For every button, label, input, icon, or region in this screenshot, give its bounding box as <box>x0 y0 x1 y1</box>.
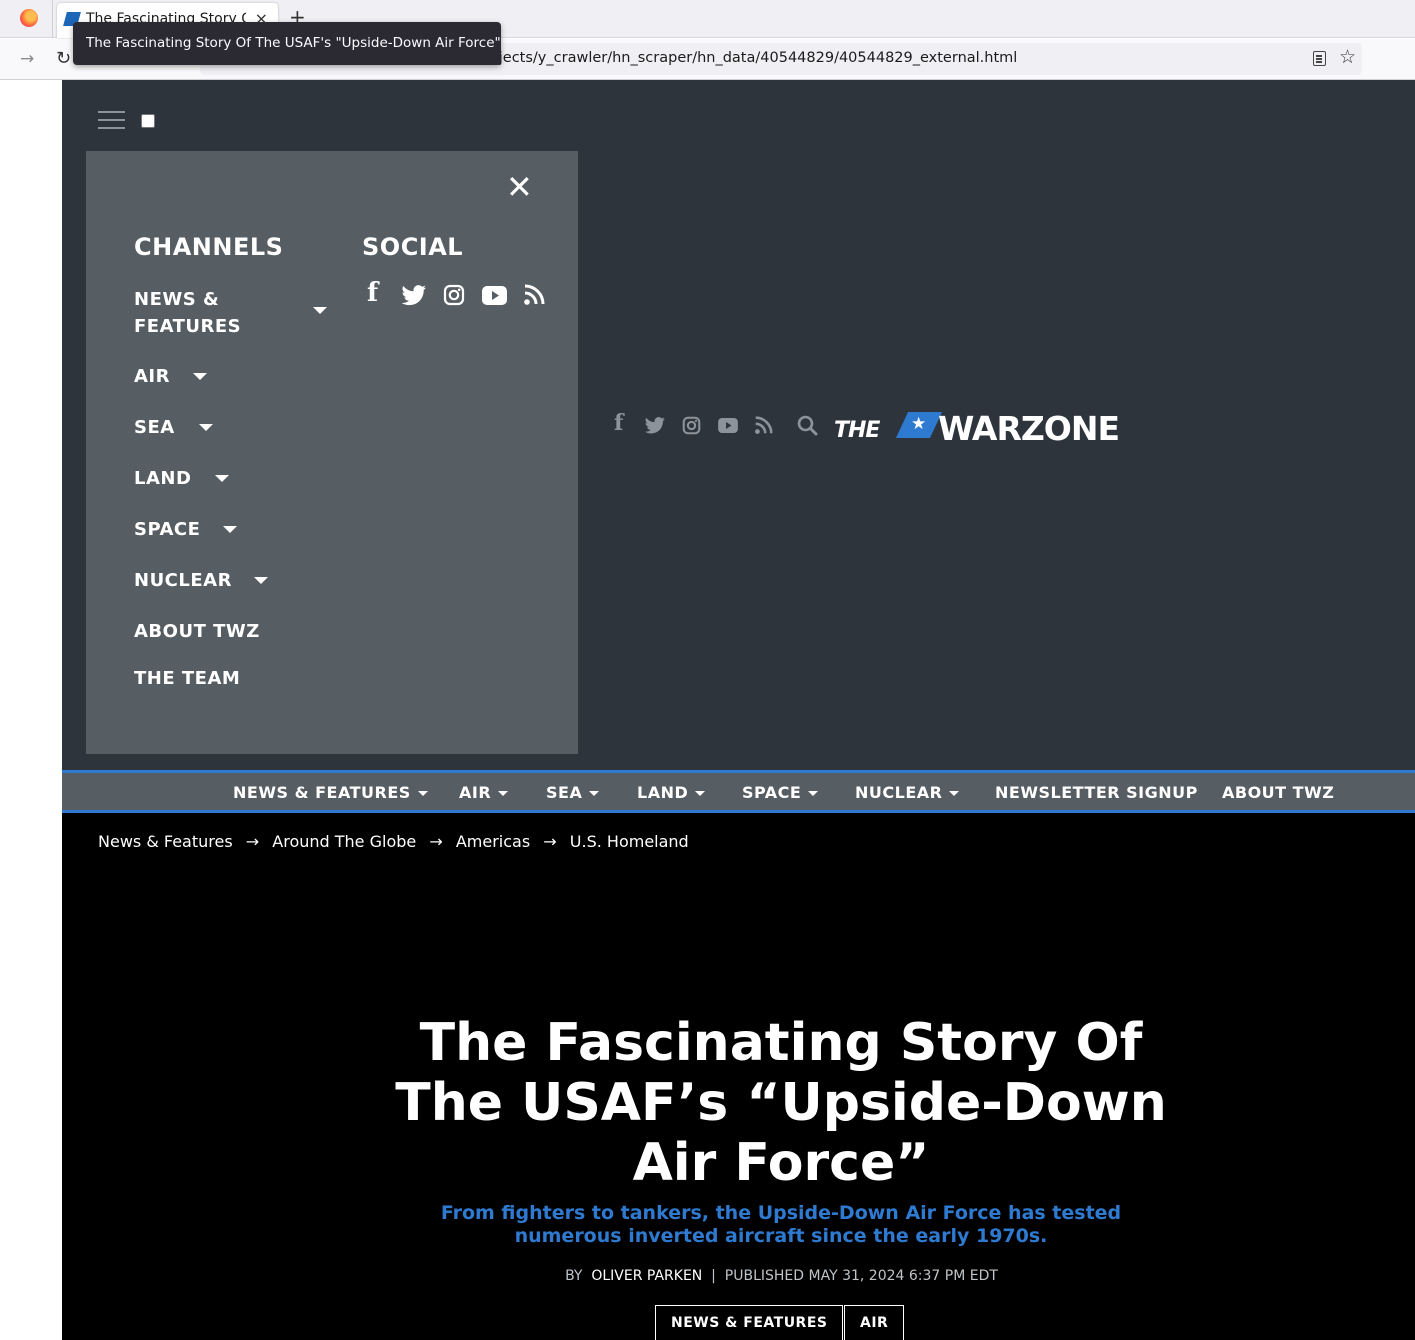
breadcrumb: News & Features → Around The Globe → Ame… <box>98 832 697 851</box>
website: ✕ CHANNELS SOCIAL NEWS & FEATURES AIR SE… <box>62 80 1415 1340</box>
menu-item-nuclear[interactable]: NUCLEAR <box>134 567 232 594</box>
breadcrumb-separator: → <box>245 832 260 851</box>
search-icon[interactable] <box>797 415 818 436</box>
menu-item-space[interactable]: SPACE <box>134 516 200 543</box>
close-icon[interactable]: ✕ <box>506 171 533 203</box>
nav-sea[interactable]: SEA <box>546 783 600 802</box>
menu-item-sea[interactable]: SEA <box>134 414 175 441</box>
nav-label: LAND <box>637 783 689 802</box>
article-headline: The Fascinating Story Of The USAF’s “Ups… <box>395 1013 1167 1193</box>
menu-item-the-team[interactable]: THE TEAM <box>134 665 240 692</box>
menu-item-air[interactable]: AIR <box>134 363 170 390</box>
breadcrumb-separator: → <box>543 832 557 851</box>
nav-label: SEA <box>546 783 583 802</box>
channels-heading: CHANNELS <box>134 233 284 261</box>
header-instagram-icon[interactable] <box>682 416 701 435</box>
reload-button[interactable]: ↻ <box>56 48 71 69</box>
logo-star-icon: ★ <box>911 414 927 434</box>
author-link[interactable]: OLIVER PARKEN <box>591 1268 702 1284</box>
menu-panel: ✕ CHANNELS SOCIAL NEWS & FEATURES AIR SE… <box>86 151 578 754</box>
instagram-icon[interactable] <box>443 284 465 306</box>
nav-space[interactable]: SPACE <box>742 783 819 802</box>
firefox-icon[interactable] <box>20 9 38 27</box>
caret-down-icon <box>949 791 960 796</box>
chevron-down-icon[interactable] <box>215 475 229 482</box>
nav-newsletter-signup[interactable]: NEWSLETTER SIGNUP <box>995 783 1198 802</box>
breadcrumb-separator: → <box>429 832 443 851</box>
menu-item-news-features[interactable]: NEWS & FEATURES <box>134 286 274 340</box>
twitter-icon[interactable] <box>401 285 427 307</box>
menu-toggle-checkbox[interactable] <box>141 114 155 128</box>
breadcrumb-link[interactable]: Around The Globe <box>272 832 416 851</box>
social-heading: SOCIAL <box>362 233 464 261</box>
tab-tooltip: The Fascinating Story Of The USAF's "Ups… <box>73 22 501 65</box>
nav-label: AIR <box>459 783 492 802</box>
caret-down-icon <box>695 791 706 796</box>
rss-icon[interactable] <box>523 284 545 306</box>
nav-land[interactable]: LAND <box>637 783 706 802</box>
caret-down-icon <box>808 791 819 796</box>
chevron-down-icon[interactable] <box>254 577 268 584</box>
nav-air[interactable]: AIR <box>459 783 509 802</box>
chevron-down-icon[interactable] <box>223 526 237 533</box>
breadcrumb-link[interactable]: U.S. Homeland <box>570 832 689 851</box>
logo-warzone-text: WARZONE <box>938 409 1120 448</box>
article-dek: From fighters to tankers, the Upside-Dow… <box>440 1202 1122 1247</box>
hamburger-menu-icon[interactable] <box>98 111 125 129</box>
tag-news-features[interactable]: NEWS & FEATURES <box>655 1305 844 1340</box>
youtube-icon[interactable] <box>482 286 507 305</box>
byline-divider: | <box>711 1268 716 1284</box>
nav-label: NUCLEAR <box>855 783 943 802</box>
header-twitter-icon[interactable] <box>644 417 666 435</box>
chevron-down-icon[interactable] <box>313 307 327 314</box>
facebook-icon[interactable]: f <box>367 278 378 308</box>
page-margin <box>0 80 62 1340</box>
menu-item-land[interactable]: LAND <box>134 465 191 492</box>
tag-air[interactable]: AIR <box>844 1305 905 1340</box>
nav-news-features[interactable]: NEWS & FEATURES <box>233 783 428 802</box>
publish-date: PUBLISHED MAY 31, 2024 6:37 PM EDT <box>724 1268 998 1284</box>
header-facebook-icon[interactable]: f <box>614 410 623 436</box>
chevron-down-icon[interactable] <box>193 373 207 380</box>
nav-nuclear[interactable]: NUCLEAR <box>855 783 960 802</box>
forward-button[interactable]: → <box>20 49 34 69</box>
chevron-down-icon[interactable] <box>199 424 213 431</box>
breadcrumb-link[interactable]: News & Features <box>98 832 233 851</box>
caret-down-icon <box>417 791 428 796</box>
nav-about-twz[interactable]: ABOUT TWZ <box>1222 783 1334 802</box>
caret-down-icon <box>498 791 509 796</box>
byline: BY OLIVER PARKEN | PUBLISHED MAY 31, 202… <box>62 1268 1415 1284</box>
header-youtube-icon[interactable] <box>718 418 738 433</box>
byline-by: BY <box>565 1268 583 1284</box>
bookmark-star-icon[interactable]: ☆ <box>1339 46 1356 68</box>
main-navigation: NEWS & FEATURES AIR SEA LAND SPACE NUCLE… <box>62 770 1415 813</box>
nav-label: NEWS & FEATURES <box>233 783 411 802</box>
logo-the-text: THE <box>834 418 880 443</box>
breadcrumb-link[interactable]: Americas <box>456 832 530 851</box>
menu-item-about-twz[interactable]: ABOUT TWZ <box>134 618 260 645</box>
caret-down-icon <box>589 791 600 796</box>
reader-view-icon[interactable] <box>1313 51 1326 66</box>
site-header: ✕ CHANNELS SOCIAL NEWS & FEATURES AIR SE… <box>62 80 1415 770</box>
tab-separator <box>52 0 53 38</box>
header-rss-icon[interactable] <box>754 416 773 435</box>
nav-label: SPACE <box>742 783 802 802</box>
